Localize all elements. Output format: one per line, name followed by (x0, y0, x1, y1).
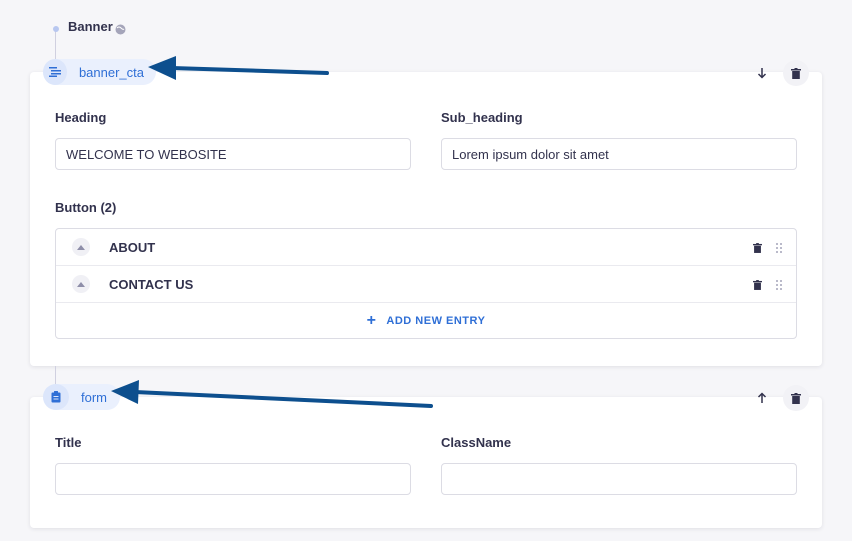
component-name: banner_cta (78, 64, 144, 80)
component-toggle-banner-cta[interactable]: banner_cta (43, 59, 156, 85)
field-label-sub-heading: Sub_heading (441, 110, 523, 125)
list-icon (43, 59, 67, 85)
field-label-classname: ClassName (441, 435, 512, 450)
list-item[interactable]: ABOUT (56, 229, 796, 266)
arrow-down-icon (757, 68, 767, 79)
add-new-entry-button[interactable]: + ADD NEW ENTRY (56, 303, 796, 338)
repeatable-list: ABOUT CONTACT US + ADD NEW ENTRY (55, 228, 797, 339)
sub-heading-input[interactable]: Lorem ipsum dolor sit amet (441, 138, 797, 170)
field-label-title: Title (55, 435, 82, 450)
repeatable-label: Button (2) (55, 200, 117, 215)
delete-component-button[interactable] (783, 60, 809, 86)
classname-input[interactable] (441, 463, 797, 495)
trash-icon[interactable] (753, 277, 762, 295)
component-name: form (81, 389, 107, 405)
add-new-entry-label: ADD NEW ENTRY (386, 314, 486, 327)
list-item[interactable]: CONTACT US (56, 266, 796, 303)
caret-up-icon[interactable] (72, 275, 90, 293)
drag-handle-icon[interactable] (776, 277, 782, 295)
globe-icon (115, 22, 126, 40)
list-item-label: ABOUT (109, 239, 156, 255)
heading-input[interactable]: WELCOME TO WEBOSITE (55, 138, 411, 170)
trash-icon (791, 67, 801, 79)
clipboard-icon (43, 384, 69, 410)
drag-handle-icon[interactable] (776, 240, 782, 258)
caret-up-icon[interactable] (72, 238, 90, 256)
move-down-button[interactable] (749, 60, 775, 86)
list-item-label: CONTACT US (109, 276, 194, 292)
title-input[interactable] (55, 463, 411, 495)
trash-icon[interactable] (753, 240, 762, 258)
move-up-button[interactable] (749, 385, 775, 411)
delete-component-button[interactable] (783, 385, 809, 411)
plus-icon: + (366, 311, 377, 329)
section-title: Banner (68, 19, 113, 34)
arrow-up-icon (757, 392, 767, 403)
trash-icon (791, 392, 801, 404)
component-toggle-form[interactable]: form (43, 384, 120, 410)
timeline-dot (53, 26, 59, 32)
field-label-heading: Heading (55, 110, 107, 125)
